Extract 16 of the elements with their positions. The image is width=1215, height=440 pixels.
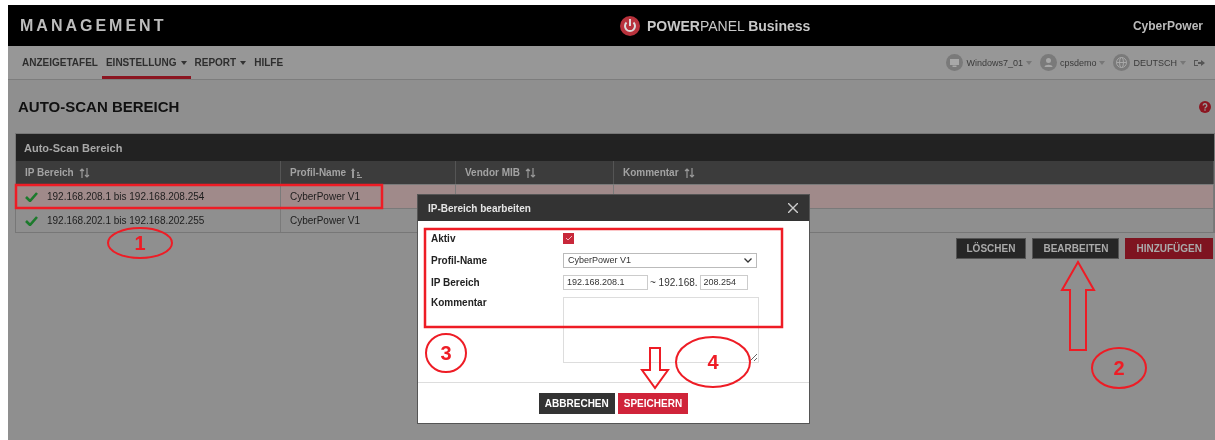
field-label: IP Bereich bbox=[431, 276, 481, 288]
numbered-callout: 1 bbox=[107, 227, 173, 259]
field-label: Kommentar bbox=[431, 297, 488, 308]
field-label: Aktiv bbox=[431, 232, 457, 244]
field-label: Profil-Name bbox=[431, 254, 489, 266]
product-name: POWERPANEL Business bbox=[647, 17, 811, 34]
numbered-callout: 3 bbox=[425, 333, 467, 373]
page-title: AUTO-SCAN BEREICH bbox=[18, 98, 180, 115]
numbered-callout: 2 bbox=[1091, 347, 1147, 389]
table-cell: 192.168.208.1 bis 192.168.208.254 bbox=[16, 185, 281, 208]
brand-name: CyberPower bbox=[1132, 18, 1203, 33]
ip-prefix: ~ 192.168. bbox=[649, 276, 699, 288]
numbered-callout: 4 bbox=[675, 336, 751, 388]
panel-title: Auto-Scan Bereich bbox=[16, 134, 1214, 161]
app-title: MANAGEMENT bbox=[20, 16, 167, 35]
table-cell: 192.168.202.1 bis 192.168.202.255 bbox=[16, 209, 281, 232]
